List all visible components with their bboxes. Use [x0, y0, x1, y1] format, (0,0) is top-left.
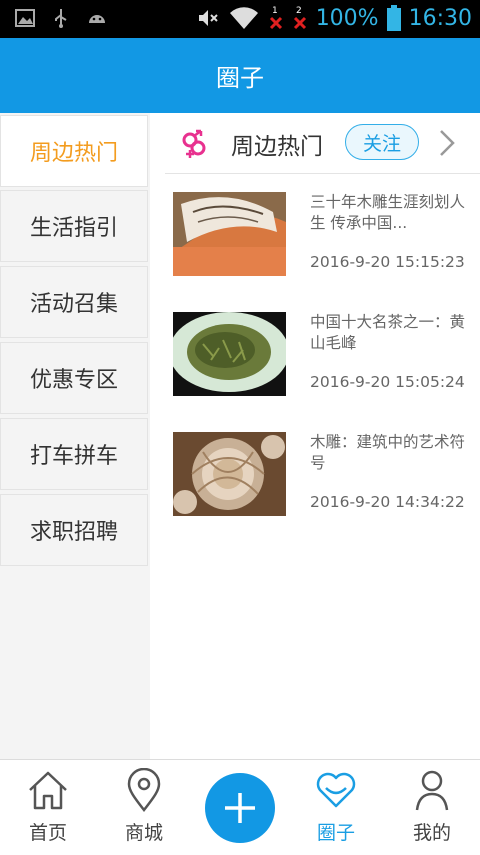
woodcarving-photo [173, 192, 286, 276]
follow-button[interactable]: 关注 [345, 124, 419, 160]
status-bar: 1 2 100% 16:30 [0, 0, 480, 38]
nav-profile-label: 我的 [412, 822, 451, 844]
gender-icon [182, 129, 206, 158]
svg-text:2: 2 [296, 6, 302, 16]
list-item[interactable]: 木雕：建筑中的艺术符号 2016-9-20 14:34:22 [165, 432, 480, 522]
mute-icon [198, 10, 218, 26]
carved-flower-photo [173, 432, 286, 516]
add-post-button[interactable] [205, 773, 275, 843]
svg-text:1: 1 [272, 6, 278, 16]
post-title: 三十年木雕生涯刻划人生 传承中国... [310, 193, 466, 232]
nav-mall-label: 商城 [124, 822, 163, 844]
sidebar-item-deals[interactable]: 优惠专区 [0, 342, 148, 414]
app-header: 圈子 [0, 38, 480, 113]
content-panel: 周边热门 关注 三十年木雕生涯刻划人生 传承中国... 2016-9-20 15… [165, 113, 480, 759]
person-icon [415, 770, 449, 811]
post-timestamp: 2016-9-20 15:05:24 [310, 373, 465, 391]
wifi-icon [229, 7, 258, 30]
list-item[interactable]: 中国十大名茶之一：黄山毛峰 2016-9-20 15:05:24 [165, 312, 480, 402]
sidebar-item-events[interactable]: 活动召集 [0, 266, 148, 338]
home-icon [29, 771, 67, 810]
nav-home-label: 首页 [28, 822, 67, 844]
nav-mall[interactable]: 商城 [96, 760, 192, 855]
category-sidebar: 周边热门 生活指引 活动召集 优惠专区 打车拼车 求职招聘 [0, 113, 150, 759]
post-title: 中国十大名茶之一：黄山毛峰 [310, 313, 466, 352]
sidebar-item-hot[interactable]: 周边热门 [0, 115, 148, 187]
section-header: 周边热门 关注 [165, 113, 480, 174]
clock: 16:30 [408, 5, 472, 31]
nav-profile[interactable]: 我的 [384, 760, 480, 855]
battery-icon [386, 5, 401, 31]
battery-percent: 100% [315, 5, 379, 31]
no-signal-icon: 2 [293, 6, 306, 30]
post-timestamp: 2016-9-20 15:15:23 [310, 253, 465, 271]
list-item[interactable]: 三十年木雕生涯刻划人生 传承中国... 2016-9-20 15:15:23 [165, 192, 480, 282]
chevron-right-icon[interactable] [435, 127, 459, 159]
section-title: 周边热门 [231, 134, 323, 160]
sidebar-item-jobs[interactable]: 求职招聘 [0, 494, 148, 566]
tea-photo [173, 312, 286, 396]
sidebar-item-carpool[interactable]: 打车拼车 [0, 418, 148, 490]
post-title: 木雕：建筑中的艺术符号 [310, 433, 466, 472]
usb-icon [55, 9, 67, 28]
bottom-nav: 首页 商城 圈子 我的 [0, 759, 480, 855]
android-icon [89, 15, 105, 23]
nav-circle[interactable]: 圈子 [288, 760, 384, 855]
location-icon [127, 768, 161, 812]
nav-home[interactable]: 首页 [0, 760, 96, 855]
heart-icon [316, 772, 356, 808]
image-icon [15, 9, 35, 27]
plus-icon [225, 793, 255, 823]
nav-circle-label: 圈子 [316, 822, 355, 844]
page-title: 圈子 [216, 64, 264, 92]
post-timestamp: 2016-9-20 14:34:22 [310, 493, 465, 511]
no-signal-icon: 1 [269, 6, 282, 30]
sidebar-item-life-guide[interactable]: 生活指引 [0, 190, 148, 262]
